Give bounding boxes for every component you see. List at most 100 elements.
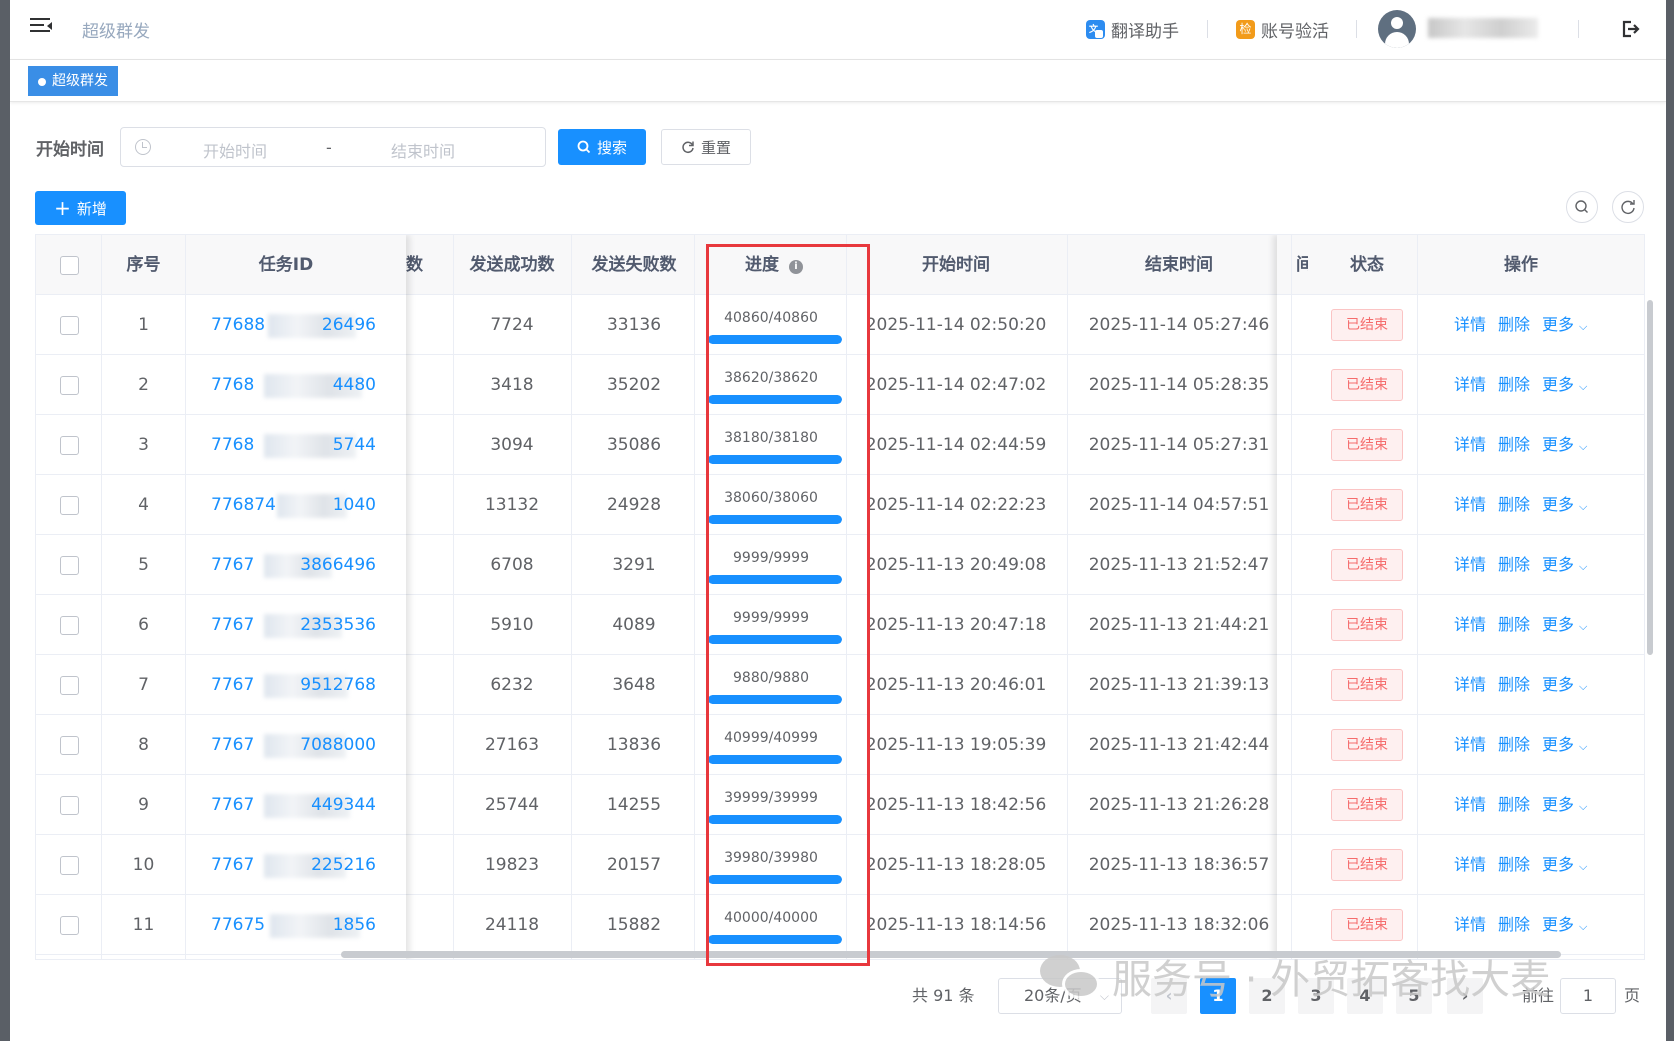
progress-bar [708,815,842,824]
fail-count: 33136 [606,315,662,335]
logout-icon[interactable] [1620,19,1640,39]
fail-count: 3648 [612,675,656,695]
success-count: 19823 [484,855,540,875]
end-time-input[interactable]: 结束时间 [391,138,455,162]
end-time: 2025-11-14 04:57:51 [1088,495,1270,515]
pagination-total: 共 91 条 [912,986,975,1005]
divider [1207,20,1208,38]
next-page-button[interactable]: › [1447,978,1483,1014]
verify-label: 账号验活 [1261,22,1329,42]
fail-count: 15882 [606,915,662,935]
progress-bar [708,695,842,704]
page-number-3[interactable]: 3 [1298,978,1334,1014]
end-time: 2025-11-13 21:39:13 [1088,675,1270,695]
start-time: 2025-11-14 02:22:23 [865,495,1047,515]
progress-cell: 39980/39980 [696,835,852,895]
success-count: 24118 [484,915,540,935]
column-divider [571,235,572,959]
col-progress-label: 进度 [745,255,780,275]
progress-text: 40999/40999 [724,730,818,746]
end-time: 2025-11-14 05:28:35 [1088,375,1270,395]
end-time: 2025-11-14 05:27:46 [1088,315,1270,335]
end-time: 2025-11-13 21:44:21 [1088,615,1270,635]
fail-count: 20157 [606,855,662,875]
verify-icon: 检 [1236,20,1255,39]
reset-button[interactable]: 重置 [661,129,751,165]
menu-toggle-icon[interactable] [30,18,52,38]
progress-text: 9999/9999 [733,550,809,566]
vertical-scrollbar[interactable] [1647,300,1653,655]
task-table: 序号 任务ID 数 发送成功数 发送失败数 进度 i 开始时间 结束时间 间 状… [35,234,1645,960]
progress-fill [708,815,842,824]
search-icon [577,140,591,154]
start-time: 2025-11-13 20:47:18 [865,615,1047,635]
col-fail: 发送失败数 [591,255,677,275]
progress-cell: 38060/38060 [696,475,852,535]
translate-assistant-button[interactable]: 文 翻译助手 [1086,17,1179,42]
fail-count: 14255 [606,795,662,815]
divider [1356,20,1357,38]
start-time-input[interactable]: 开始时间 [203,138,267,162]
breadcrumb: 超级群发 [82,22,150,42]
tag-label: 超级群发 [52,73,108,89]
success-count: 6708 [490,555,534,575]
progress-fill [708,335,842,344]
fixed-left-columns [36,235,406,959]
progress-cell: 39999/39999 [696,775,852,835]
progress-text: 40000/40000 [724,910,818,926]
start-time: 2025-11-14 02:44:59 [865,435,1047,455]
tag-super-broadcast[interactable]: 超级群发 [28,66,118,96]
info-icon[interactable]: i [788,260,803,274]
fail-count: 35086 [606,435,662,455]
start-time: 2025-11-13 20:46:01 [865,675,1047,695]
active-dot-icon [38,78,46,86]
scrollbar-thumb[interactable] [341,951,1561,958]
fail-count: 24928 [606,495,662,515]
prev-page-button[interactable]: ‹ [1151,978,1187,1014]
account-verify-button[interactable]: 检 账号验活 [1236,17,1329,42]
start-time: 2025-11-13 19:05:39 [865,735,1047,755]
horizontal-scrollbar[interactable] [36,951,1644,959]
page-size-value: 20条/页 [1024,986,1082,1005]
progress-fill [708,455,842,464]
progress-bar [708,515,842,524]
app-window: 超级群发 文 翻译助手 检 账号验活 超级群发 开始时间 开始时间 - 结束时间… [10,0,1666,1041]
search-icon [1575,200,1588,213]
success-count: 6232 [490,675,534,695]
col-progress: 进度 i [696,235,852,295]
divider [1578,20,1579,38]
add-button[interactable]: + 新增 [35,191,126,225]
end-time: 2025-11-13 21:42:44 [1088,735,1270,755]
page-number-5[interactable]: 5 [1396,978,1432,1014]
tags-view: 超级群发 [10,60,1666,102]
start-time: 2025-11-13 18:28:05 [865,855,1047,875]
end-time: 2025-11-13 21:26:28 [1088,795,1270,815]
progress-fill [708,875,842,884]
refresh-table-button[interactable] [1612,191,1644,223]
success-count: 13132 [484,495,540,515]
top-navbar: 超级群发 文 翻译助手 检 账号验活 [10,0,1666,60]
goto-page-input[interactable]: 1 [1560,978,1616,1014]
progress-fill [708,395,842,404]
toggle-search-button[interactable] [1566,191,1598,223]
avatar[interactable] [1378,10,1416,48]
search-button[interactable]: 搜索 [558,129,646,165]
progress-text: 38620/38620 [724,370,818,386]
page-unit-label: 页 [1624,986,1641,1005]
page-number-2[interactable]: 2 [1249,978,1285,1014]
success-count: 5910 [490,615,534,635]
page-number-1[interactable]: 1 [1200,978,1236,1014]
progress-text: 9999/9999 [733,610,809,626]
start-time: 2025-11-14 02:50:20 [865,315,1047,335]
success-count: 3094 [490,435,534,455]
page-size-select[interactable]: 20条/页 ⌵ [998,978,1122,1014]
progress-bar [708,455,842,464]
start-time: 2025-11-13 18:14:56 [865,915,1047,935]
date-range-picker[interactable]: 开始时间 - 结束时间 [120,127,546,167]
progress-text: 39999/39999 [724,790,818,806]
progress-cell: 40000/40000 [696,895,852,955]
fail-count: 4089 [612,615,656,635]
end-time: 2025-11-13 18:36:57 [1088,855,1270,875]
progress-text: 38180/38180 [724,430,818,446]
page-number-4[interactable]: 4 [1347,978,1383,1014]
